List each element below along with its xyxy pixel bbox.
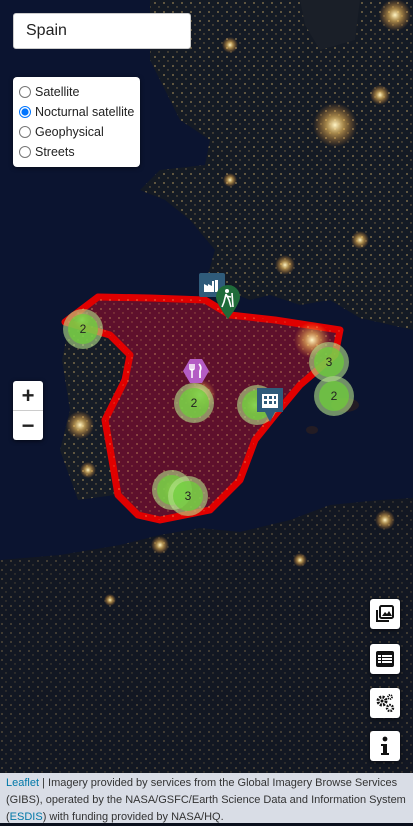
layer-radio[interactable] <box>19 146 31 158</box>
layer-radio[interactable] <box>19 86 31 98</box>
cluster-count: 2 <box>319 381 349 411</box>
layer-control: Satellite Nocturnal satellite Geophysica… <box>13 77 140 167</box>
layer-option-geophysical[interactable]: Geophysical <box>17 122 136 142</box>
list-icon <box>376 651 394 667</box>
image-gallery-icon <box>376 605 394 622</box>
building-marker[interactable] <box>256 387 284 428</box>
layer-option-nocturnal[interactable]: Nocturnal satellite <box>17 102 136 122</box>
cluster-count: 3 <box>173 481 203 511</box>
marker-cluster[interactable]: 3 <box>168 476 208 516</box>
zoom-out-button[interactable]: − <box>13 411 43 440</box>
zoom-control: + − <box>13 381 43 440</box>
layer-label: Streets <box>35 145 75 159</box>
marker-cluster[interactable]: 2 <box>314 376 354 416</box>
esdis-link[interactable]: ESDIS <box>10 811 43 823</box>
leaflet-link[interactable]: Leaflet <box>6 777 39 789</box>
layer-label: Satellite <box>35 85 80 99</box>
hiking-icon <box>216 285 240 319</box>
cluster-count: 3 <box>314 347 344 377</box>
map-attribution: Leaflet | Imagery provided by services f… <box>0 773 413 823</box>
info-icon <box>381 736 389 755</box>
zoom-in-button[interactable]: + <box>13 381 43 411</box>
restaurant-icon <box>183 359 209 383</box>
layer-label: Geophysical <box>35 125 104 139</box>
image-gallery-button[interactable] <box>370 599 400 629</box>
hiking-marker[interactable] <box>214 284 242 325</box>
layer-label: Nocturnal satellite <box>35 105 135 119</box>
settings-icon <box>376 694 395 713</box>
marker-cluster[interactable]: 2 <box>174 383 214 423</box>
info-button[interactable] <box>370 731 400 761</box>
layer-option-satellite[interactable]: Satellite <box>17 82 136 102</box>
marker-cluster[interactable]: 2 <box>63 309 103 349</box>
attribution-text: ) with funding provided by NASA/HQ. <box>42 811 224 823</box>
layer-radio[interactable] <box>19 106 31 118</box>
search-input[interactable] <box>13 13 191 49</box>
map-canvas[interactable]: 2 3 2 2 3 Spain Satellite Nocturnal sate… <box>0 0 413 773</box>
attribution-separator: | <box>39 777 49 789</box>
cluster-count: 2 <box>68 314 98 344</box>
list-button[interactable] <box>370 644 400 674</box>
settings-button[interactable] <box>370 688 400 718</box>
restaurant-marker[interactable] <box>182 358 210 389</box>
layer-option-streets[interactable]: Streets <box>17 142 136 162</box>
cluster-count: 2 <box>179 388 209 418</box>
layer-radio[interactable] <box>19 126 31 138</box>
building-icon <box>257 388 283 422</box>
